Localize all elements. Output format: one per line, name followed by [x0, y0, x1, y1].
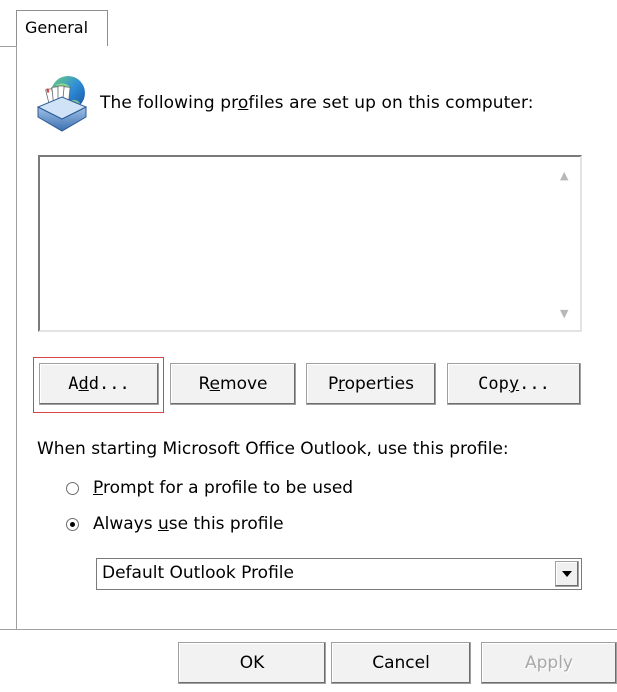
- prompt-profile-mnemonic: P: [93, 478, 103, 498]
- add-button-label: A: [68, 374, 79, 394]
- prompt-profile-label: Prompt for a profile to be used: [93, 478, 353, 498]
- properties-button-mnemonic: r: [337, 374, 345, 394]
- add-button[interactable]: Add...: [39, 363, 159, 405]
- add-button-label: d...: [88, 374, 130, 394]
- always-use-mnemonic: u: [158, 514, 169, 534]
- cancel-button-label: Cancel: [372, 653, 430, 673]
- tab-general-label: General: [25, 18, 89, 37]
- dialog-footer: OK Cancel Apply: [0, 629, 617, 692]
- always-use-profile-radio[interactable]: [66, 517, 79, 531]
- scroll-down-arrow-icon[interactable]: ▼: [560, 307, 568, 320]
- mail-profiles-dialog: General The following profiles are set u…: [0, 0, 617, 692]
- remove-button[interactable]: Remove: [170, 363, 296, 405]
- copy-button[interactable]: Copy...: [447, 363, 581, 405]
- scroll-up-arrow-icon[interactable]: ▲: [560, 169, 568, 182]
- tab-general[interactable]: General: [16, 10, 108, 46]
- profile-list-scrollbar[interactable]: ▲ ▼: [552, 157, 580, 330]
- copy-button-label: ...: [519, 374, 550, 394]
- remove-button-mnemonic: e: [209, 374, 221, 394]
- profiles-icon: [36, 76, 88, 132]
- profile-select-value: Default Outlook Profile: [102, 563, 294, 583]
- copy-button-label: Cop: [478, 374, 509, 394]
- prompt-profile-radio[interactable]: [66, 481, 79, 495]
- apply-button-label: Apply: [525, 653, 573, 673]
- ok-button-label: OK: [239, 653, 265, 673]
- cancel-button[interactable]: Cancel: [331, 642, 471, 684]
- intro-text-mnemonic: o: [237, 93, 249, 113]
- profile-select-dropdown-button[interactable]: [555, 561, 579, 587]
- properties-button[interactable]: Properties: [306, 363, 436, 405]
- remove-button-label: R: [198, 374, 210, 394]
- prompt-profile-option[interactable]: Prompt for a profile to be used: [66, 475, 353, 501]
- chevron-down-icon: [562, 571, 572, 577]
- profile-list[interactable]: ▲ ▼: [38, 155, 582, 332]
- startup-profile-label: When starting Microsoft Office Outlook, …: [37, 439, 509, 459]
- always-use-profile-option[interactable]: Always use this profile: [66, 511, 284, 537]
- profile-select[interactable]: Default Outlook Profile: [96, 558, 582, 590]
- remove-button-label: move: [220, 374, 268, 394]
- prompt-profile-text: rompt for a profile to be used: [102, 478, 354, 498]
- intro-text-part: files are set up on this computer:: [248, 93, 534, 113]
- always-use-text: Always: [93, 514, 158, 534]
- always-use-text: se this profile: [168, 514, 284, 534]
- profiles-intro-text: The following profiles are set up on thi…: [100, 93, 534, 113]
- ok-button[interactable]: OK: [178, 642, 326, 684]
- always-use-profile-label: Always use this profile: [93, 514, 284, 534]
- general-tab-panel: [16, 46, 617, 629]
- copy-button-mnemonic: y: [508, 374, 520, 394]
- properties-button-label: P: [328, 374, 338, 394]
- apply-button[interactable]: Apply: [481, 642, 617, 684]
- tab-strip-line: [0, 46, 16, 47]
- properties-button-label: operties: [344, 374, 414, 394]
- add-button-mnemonic: d: [78, 374, 89, 394]
- intro-text-part: The following pr: [100, 93, 238, 113]
